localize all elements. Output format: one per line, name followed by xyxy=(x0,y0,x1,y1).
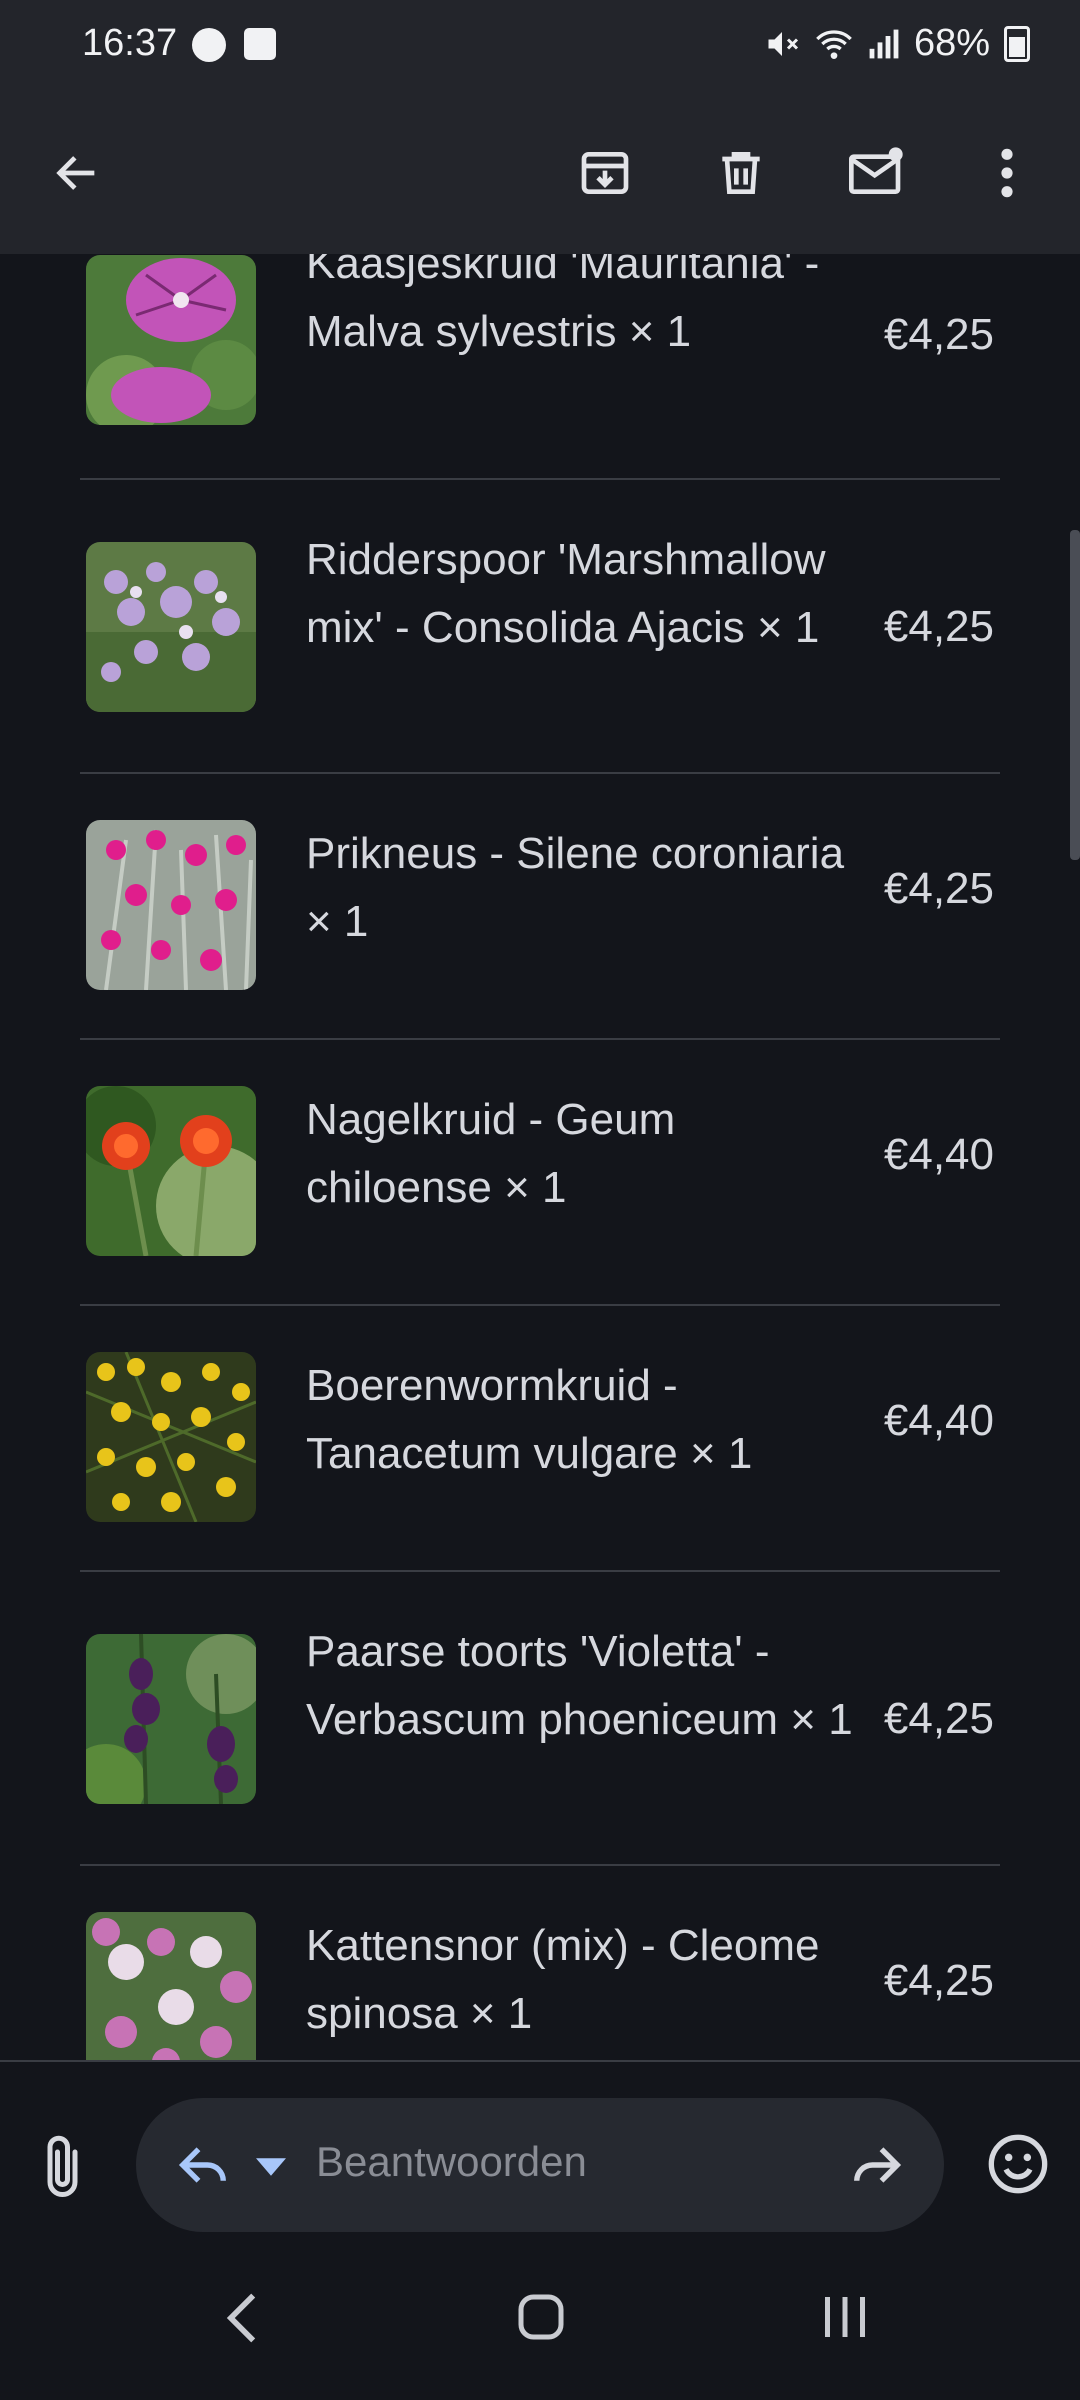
signal-icon xyxy=(869,29,899,58)
product-price: €4,25 xyxy=(883,310,994,359)
list-item: Kaasjeskruid 'Mauritania' - Malva sylves… xyxy=(80,254,1000,478)
battery-percent: 68% xyxy=(913,22,990,64)
attach-button[interactable] xyxy=(40,2132,90,2202)
forward-icon[interactable] xyxy=(850,2140,904,2190)
nav-recents-icon[interactable] xyxy=(820,2292,870,2342)
status-bar: 16:37 68% xyxy=(0,0,1080,92)
archive-button[interactable] xyxy=(564,132,646,214)
reply-icon[interactable] xyxy=(176,2140,230,2190)
product-image xyxy=(86,1634,256,1804)
status-time: 16:37 xyxy=(82,22,178,64)
product-price: €4,40 xyxy=(883,1396,994,1445)
product-name: Prikneus - Silene coroniaria × 1 xyxy=(306,829,845,946)
notification-icon xyxy=(192,28,226,62)
mute-icon xyxy=(768,31,798,56)
mail-toolbar xyxy=(0,92,1080,254)
list-item: Paarse toorts 'Violetta' - Verbascum pho… xyxy=(80,1572,1000,1864)
emoji-button[interactable] xyxy=(986,2132,1050,2196)
archive-icon xyxy=(581,152,629,194)
product-price: €4,40 xyxy=(883,1130,994,1179)
product-name: Nagelkruid - Geum chiloense × 1 xyxy=(306,1095,676,1212)
check-notification-icon xyxy=(244,28,276,60)
chevron-down-icon[interactable] xyxy=(256,2158,286,2176)
product-image xyxy=(86,1086,256,1256)
battery-icon xyxy=(1004,25,1030,62)
product-price: €4,25 xyxy=(883,602,994,651)
product-image xyxy=(86,1912,256,2060)
product-name: Ridderspoor 'Marshmallow mix' - Consolid… xyxy=(306,535,826,652)
paperclip-icon xyxy=(47,2135,78,2197)
product-image xyxy=(86,542,256,712)
emoji-icon xyxy=(988,2134,1048,2194)
product-price: €4,25 xyxy=(883,864,994,913)
product-name: Kaasjeskruid 'Mauritania' - Malva sylves… xyxy=(306,254,820,356)
order-items-list: Kaasjeskruid 'Mauritania' - Malva sylves… xyxy=(0,254,1080,2060)
product-image xyxy=(86,820,256,990)
list-item: Boerenwormkruid - Tanacetum vulgare × 1 … xyxy=(80,1306,1000,1570)
more-vert-icon xyxy=(1001,148,1013,198)
product-image xyxy=(86,1352,256,1522)
trash-icon xyxy=(722,152,760,194)
reply-field[interactable]: Beantwoorden xyxy=(136,2098,944,2232)
nav-home-icon[interactable] xyxy=(516,2292,566,2342)
reply-placeholder: Beantwoorden xyxy=(316,2138,587,2185)
product-price: €4,25 xyxy=(883,1956,994,2005)
delete-button[interactable] xyxy=(700,132,782,214)
scrollbar[interactable] xyxy=(1070,530,1080,860)
list-item: Nagelkruid - Geum chiloense × 1 €4,40 xyxy=(80,1040,1000,1304)
list-item: Ridderspoor 'Marshmallow mix' - Consolid… xyxy=(80,480,1000,772)
arrow-back-icon xyxy=(56,156,95,190)
product-price: €4,25 xyxy=(883,1694,994,1743)
list-item: Kattensnor (mix) - Cleome spinosa × 1 €4… xyxy=(80,1866,1000,2060)
mark-unread-button[interactable] xyxy=(836,132,918,214)
list-item: Prikneus - Silene coroniaria × 1 €4,25 xyxy=(80,774,1000,1038)
status-right: 68% xyxy=(764,22,1030,65)
more-options-button[interactable] xyxy=(966,132,1048,214)
product-name: Boerenwormkruid - Tanacetum vulgare × 1 xyxy=(306,1361,753,1478)
wifi-icon xyxy=(816,29,852,59)
product-name: Kattensnor (mix) - Cleome spinosa × 1 xyxy=(306,1921,820,2038)
system-nav-bar xyxy=(0,2240,1080,2400)
nav-back-icon[interactable] xyxy=(224,2290,260,2346)
product-image xyxy=(86,255,256,425)
back-button[interactable] xyxy=(36,132,118,214)
reply-bar: Beantwoorden xyxy=(0,2060,1080,2242)
product-name: Paarse toorts 'Violetta' - Verbascum pho… xyxy=(306,1627,853,1744)
mail-unread-icon xyxy=(849,147,903,194)
